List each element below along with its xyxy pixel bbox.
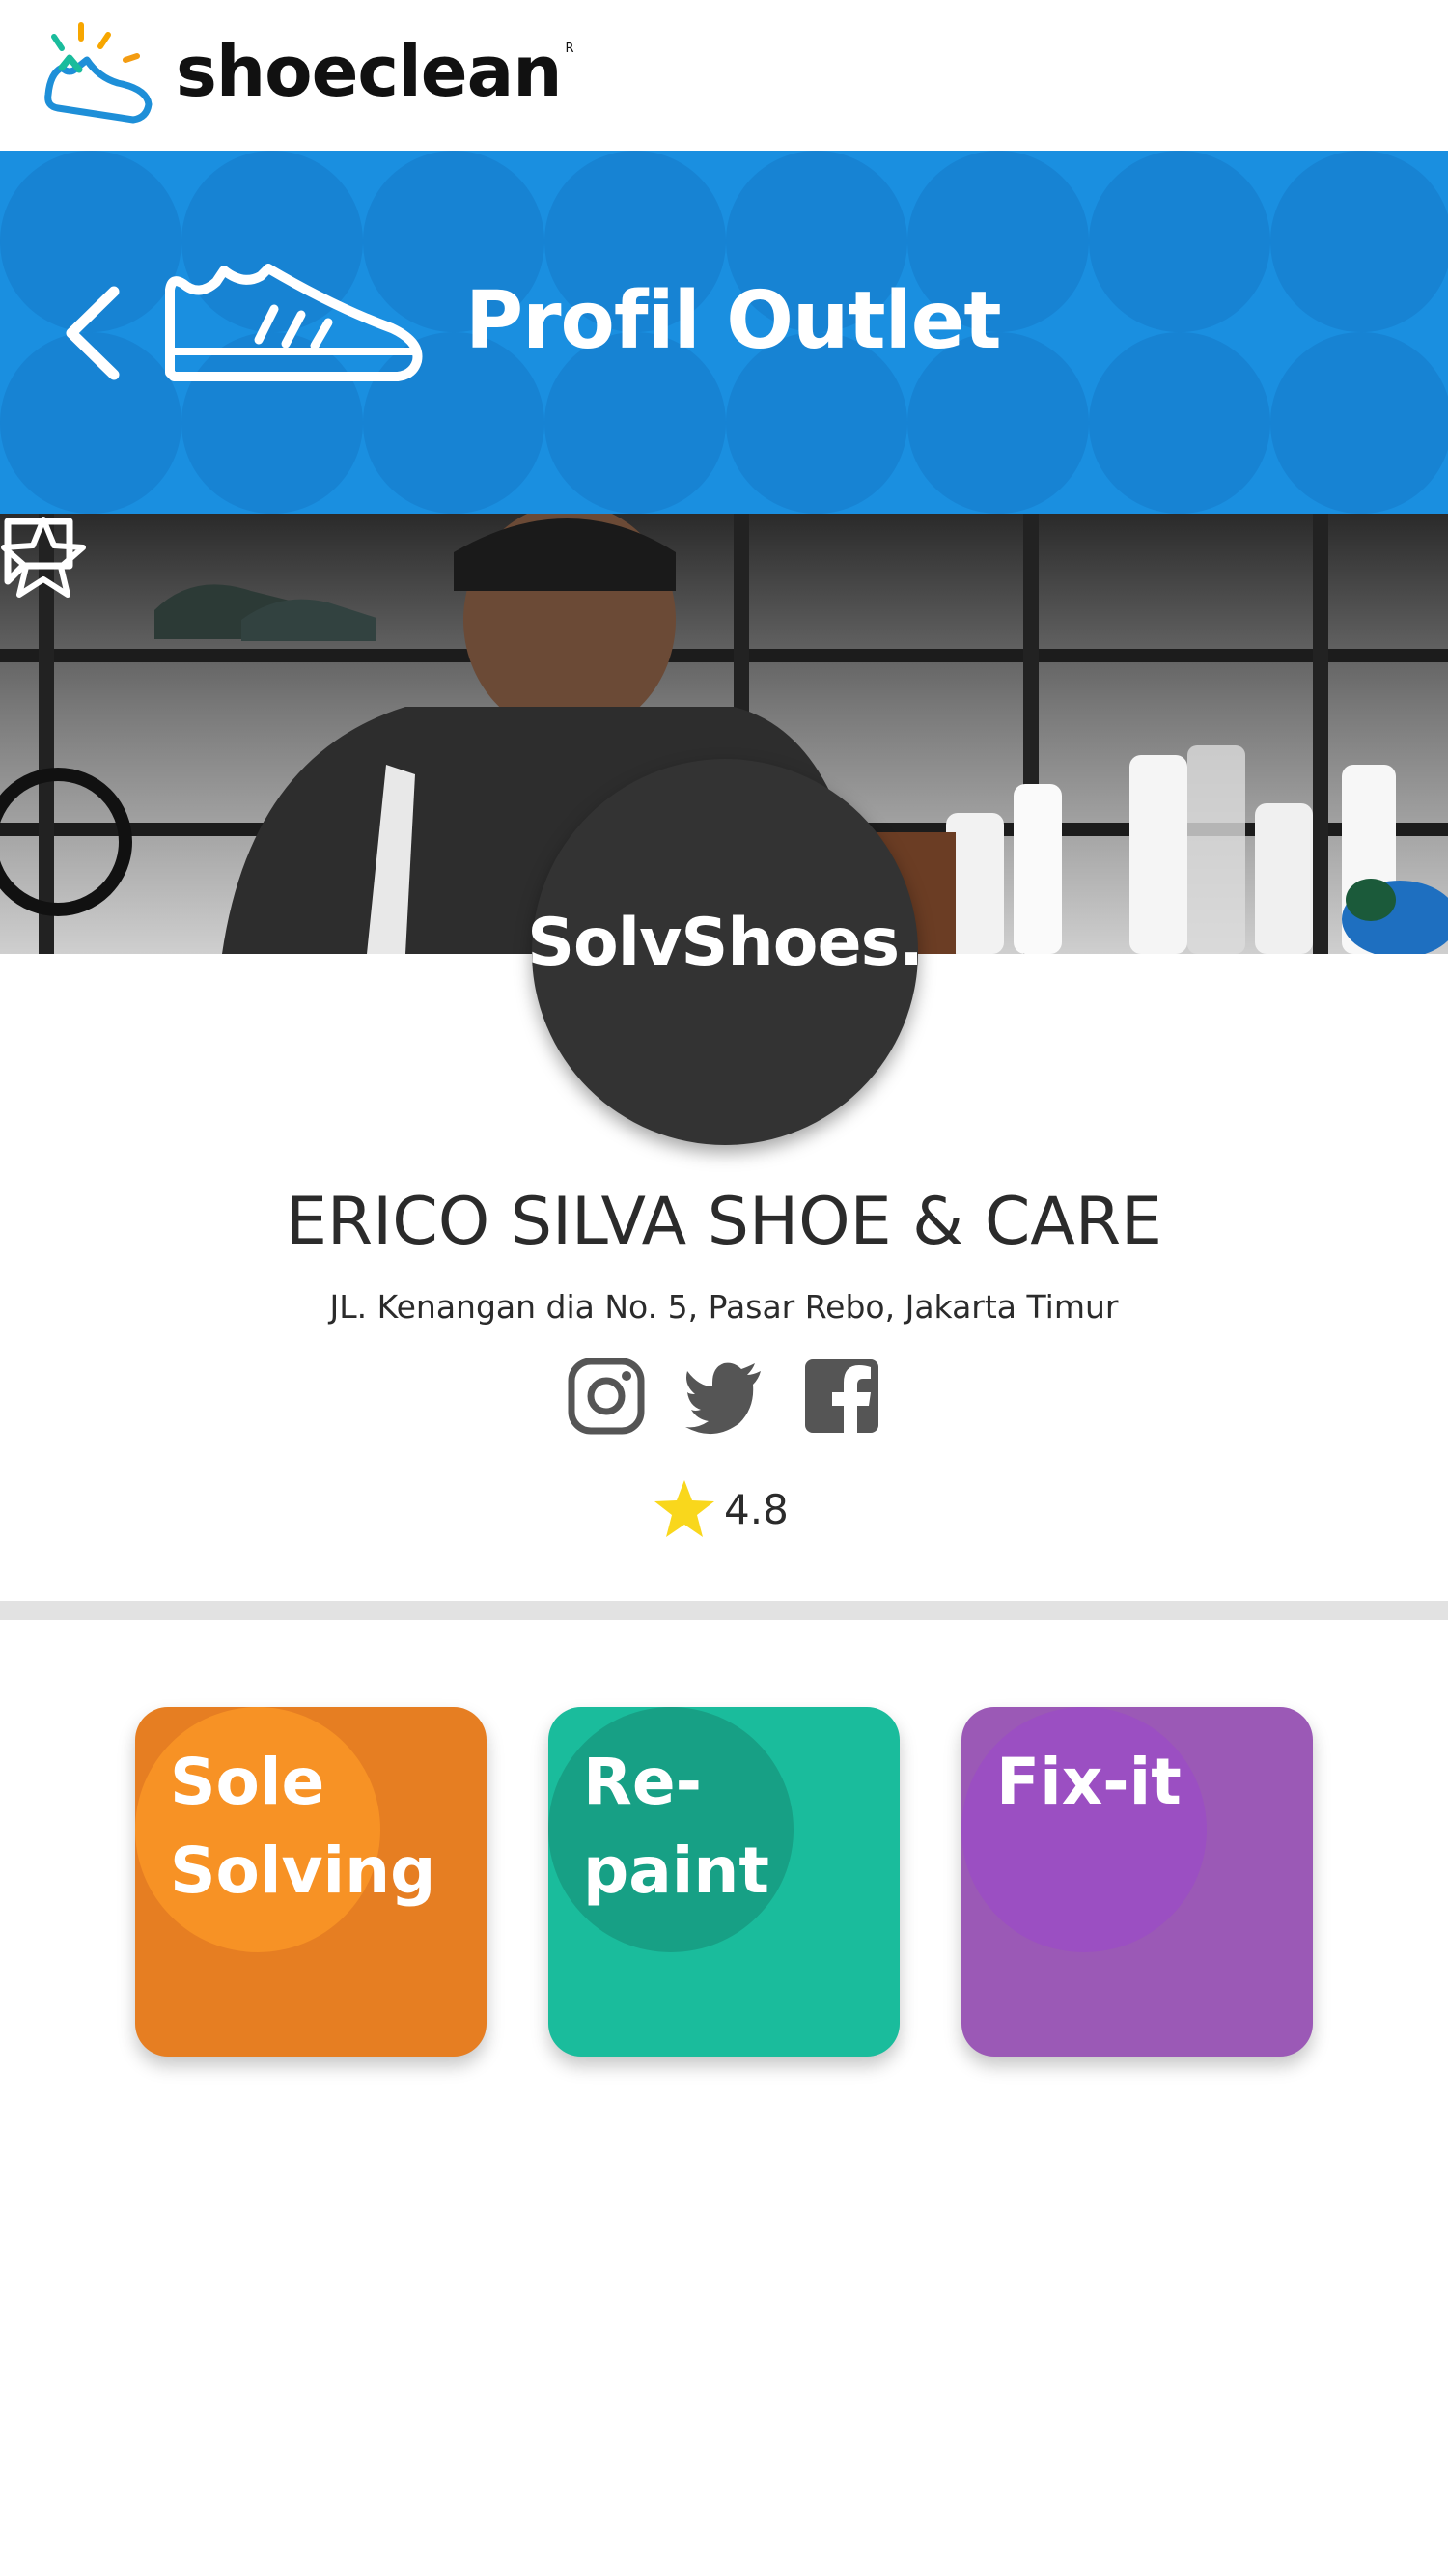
app-bar: shoeclean R — [0, 0, 1448, 151]
service-label: Re-paint — [583, 1745, 769, 1908]
shoe-logo-icon — [44, 22, 153, 124]
outlet-rating: 4.8 — [653, 1477, 789, 1541]
service-label: Sole Solving — [170, 1745, 436, 1908]
page-title: Profil Outlet — [465, 275, 1002, 367]
service-tile-fix-it[interactable]: Fix-it — [961, 1707, 1313, 2057]
outlet-address: JL. Kenangan dia No. 5, Pasar Rebo, Jaka… — [329, 1288, 1119, 1326]
rating-value: 4.8 — [724, 1485, 789, 1533]
facebook-icon[interactable] — [801, 1356, 882, 1437]
twitter-icon[interactable] — [683, 1356, 765, 1437]
brand-logo[interactable]: shoeclean R — [41, 19, 574, 127]
outlet-logo-text: SolvShoes. — [527, 904, 924, 981]
outlet-avatar: SolvShoes. — [527, 759, 924, 1145]
back-chevron-icon[interactable] — [62, 280, 124, 386]
favorite-star-icon[interactable] — [0, 514, 87, 601]
section-divider — [0, 1601, 1448, 1620]
brand-name: shoeclean — [176, 31, 562, 112]
rating-star-icon — [654, 1480, 714, 1537]
registered-mark: R — [565, 41, 574, 56]
shoe-icon — [165, 264, 423, 381]
outlet-name: ERICO SILVA SHOE & CARE — [285, 1184, 1163, 1260]
instagram-icon[interactable] — [566, 1356, 647, 1437]
service-tile-sole-solving[interactable]: Sole Solving — [135, 1707, 487, 2057]
service-label: Fix-it — [996, 1745, 1182, 1819]
service-tile-repaint[interactable]: Re-paint — [548, 1707, 900, 2057]
